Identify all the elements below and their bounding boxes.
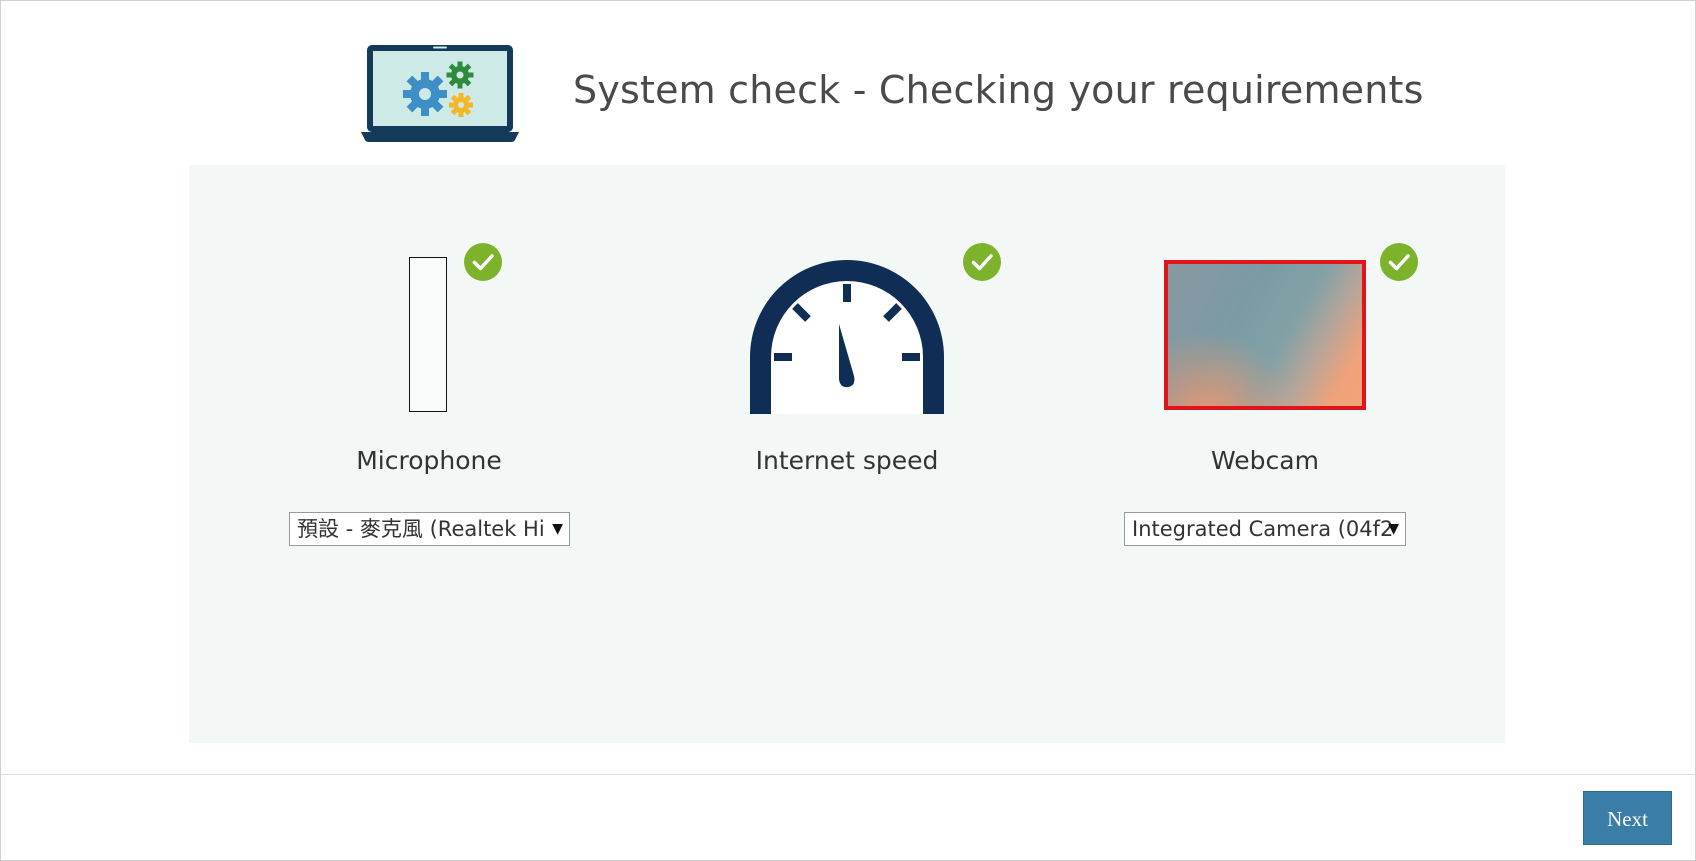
microphone-checkmark-icon <box>464 243 502 281</box>
footer-divider <box>1 774 1695 775</box>
chevron-down-icon: ▼ <box>552 521 563 537</box>
webcam-preview <box>1164 260 1366 410</box>
webcam-checkmark-icon <box>1380 243 1418 281</box>
internet-speed-label: Internet speed <box>755 446 939 475</box>
next-button[interactable]: Next <box>1583 791 1672 845</box>
webcam-device-select-value: Integrated Camera (04f2 <box>1132 517 1394 541</box>
internet-speed-checkmark-icon <box>963 243 1001 281</box>
microphone-device-select-value: 預設 - 麥克風 (Realtek Hi <box>297 517 545 541</box>
webcam-device-select[interactable]: Integrated Camera (04f2 ▼ <box>1124 512 1406 546</box>
chevron-down-icon: ▼ <box>1388 521 1399 537</box>
header: System check - Checking your requirement… <box>0 0 1696 160</box>
webcam-label: Webcam <box>1211 446 1319 475</box>
microphone-device-select[interactable]: 預設 - 麥克風 (Realtek Hi ▼ <box>289 512 570 546</box>
speedometer-icon <box>750 260 944 414</box>
page-title: System check - Checking your requirement… <box>573 68 1424 112</box>
microphone-label: Microphone <box>356 446 502 475</box>
microphone-level-meter <box>409 257 447 412</box>
laptop-gears-icon <box>361 45 519 142</box>
